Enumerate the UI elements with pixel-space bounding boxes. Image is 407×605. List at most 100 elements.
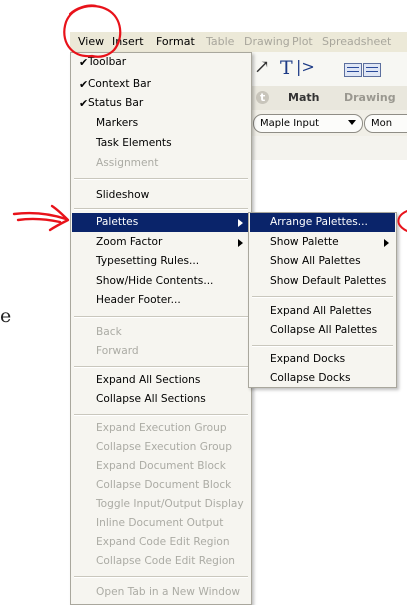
- menu-item-expand-code-edit-region[interactable]: Expand Code Edit Region: [72, 533, 250, 552]
- tab-text[interactable]: t: [256, 91, 270, 104]
- tab-math[interactable]: Math: [288, 91, 319, 104]
- submenu-item-label: Expand Docks: [270, 353, 346, 365]
- menu-item-label: Collapse Execution Group: [96, 441, 232, 453]
- menu-item-header-footer[interactable]: Header Footer...: [72, 291, 250, 310]
- menu-item-open-tab-in-new-window[interactable]: Open Tab in a New Window: [72, 583, 250, 602]
- submenu-item-show-all-palettes[interactable]: Show All Palettes: [250, 252, 395, 271]
- submenu-arrow-icon: [384, 239, 389, 247]
- menu-separator: [74, 576, 248, 578]
- toolbar-row: ↗ T |>: [252, 52, 407, 87]
- menu-insert[interactable]: Insert: [112, 32, 144, 52]
- submenu-separator: [252, 345, 393, 347]
- menu-item-label: Forward: [96, 345, 139, 357]
- tab-drawing[interactable]: Drawing: [344, 91, 396, 104]
- menu-item-label: Expand Execution Group: [96, 422, 227, 434]
- menu-item-label: Toggle Input/Output Display: [96, 498, 244, 510]
- menu-item-forward[interactable]: Forward: [72, 342, 250, 361]
- indent-icon[interactable]: [344, 63, 362, 77]
- submenu-item-label: Collapse All Palettes: [270, 324, 378, 336]
- submenu-item-collapse-docks[interactable]: Collapse Docks: [250, 369, 395, 388]
- screenshot-stage: e View Insert Format Table Drawing Plot …: [0, 0, 407, 605]
- menu-item-label: Markers: [96, 117, 139, 129]
- menu-item-label: Context Bar: [88, 78, 151, 90]
- menu-item-toolbar[interactable]: ✔ Toolbar: [72, 53, 250, 72]
- menu-item-label: Assignment: [96, 157, 159, 169]
- submenu-item-collapse-all-palettes[interactable]: Collapse All Palettes: [250, 321, 395, 340]
- menu-item-label: Expand All Sections: [96, 374, 201, 386]
- submenu-item-arrange-palettes[interactable]: Arrange Palettes...: [250, 213, 395, 232]
- submenu-item-expand-all-palettes[interactable]: Expand All Palettes: [250, 302, 395, 321]
- menu-spreadsheet[interactable]: Spreadsheet: [322, 32, 391, 52]
- submenu-item-show-palette[interactable]: Show Palette: [250, 233, 395, 252]
- menu-table[interactable]: Table: [206, 32, 234, 52]
- submenu-arrow-icon: [238, 219, 243, 227]
- submenu-arrow-icon: [238, 239, 243, 247]
- menu-item-show-hide-contents[interactable]: Show/Hide Contents...: [72, 272, 250, 291]
- menu-plot[interactable]: Plot: [292, 32, 313, 52]
- red-bracket-annotation: [397, 210, 407, 232]
- menu-item-label: Show/Hide Contents...: [96, 275, 214, 287]
- view-menu-dropdown: ✔ Toolbar ✔ Context Bar ✔ Status Bar Mar…: [70, 52, 252, 605]
- menu-item-label: Zoom Factor: [96, 236, 163, 248]
- submenu-item-label: Show Palette: [270, 236, 339, 248]
- menu-item-expand-document-block[interactable]: Expand Document Block: [72, 457, 250, 476]
- menu-item-collapse-execution-group[interactable]: Collapse Execution Group: [72, 438, 250, 457]
- submenu-item-expand-docks[interactable]: Expand Docks: [250, 350, 395, 369]
- menu-item-collapse-all-sections[interactable]: Collapse All Sections: [72, 390, 250, 409]
- menu-item-markers[interactable]: Markers: [72, 114, 250, 133]
- menu-item-label: Inline Document Output: [96, 517, 224, 529]
- menu-item-typesetting-rules[interactable]: Typesetting Rules...: [72, 252, 250, 271]
- menu-item-collapse-code-edit-region[interactable]: Collapse Code Edit Region: [72, 552, 250, 571]
- menu-item-expand-execution-group[interactable]: Expand Execution Group: [72, 419, 250, 438]
- undo-arrow-icon[interactable]: ↗: [254, 56, 270, 78]
- input-mode-value: Maple Input: [260, 118, 320, 129]
- menu-item-label: Expand Document Block: [96, 460, 226, 472]
- input-mode-select[interactable]: Maple Input: [253, 114, 363, 133]
- menu-item-label: Open Tab in a New Window: [96, 586, 241, 598]
- chevron-down-icon: [348, 120, 356, 125]
- submenu-separator: [252, 296, 393, 298]
- menu-item-label: Toolbar: [88, 56, 127, 68]
- outdent-icon[interactable]: [363, 63, 381, 77]
- submenu-item-label: Show Default Palettes: [270, 275, 387, 287]
- menu-view[interactable]: View: [78, 32, 104, 52]
- background-document-text: e: [0, 305, 12, 327]
- menu-item-palettes[interactable]: Palettes: [72, 213, 250, 232]
- menu-item-label: Collapse Code Edit Region: [96, 555, 236, 567]
- menu-item-collapse-document-block[interactable]: Collapse Document Block: [72, 476, 250, 495]
- menu-item-task-elements[interactable]: Task Elements: [72, 134, 250, 153]
- menu-separator: [74, 208, 248, 210]
- menu-item-slideshow[interactable]: Slideshow: [72, 186, 250, 205]
- menu-item-zoom-factor[interactable]: Zoom Factor: [72, 233, 250, 252]
- execute-prompt-icon[interactable]: |>: [296, 57, 315, 76]
- context-bar-row: Maple Input Mon: [252, 110, 407, 136]
- menu-item-label: Typesetting Rules...: [96, 255, 200, 267]
- font-value: Mon: [371, 118, 393, 129]
- menu-separator: [74, 366, 248, 368]
- menu-item-expand-all-sections[interactable]: Expand All Sections: [72, 371, 250, 390]
- menu-drawing[interactable]: Drawing: [244, 32, 290, 52]
- red-arrow-annotation: [12, 204, 70, 232]
- menu-bar: View Insert Format Table Drawing Plot Sp…: [70, 32, 407, 53]
- menu-separator: [74, 316, 248, 318]
- menu-item-assignment[interactable]: Assignment: [72, 154, 250, 173]
- menu-item-label: Palettes: [96, 216, 139, 228]
- menu-format[interactable]: Format: [156, 32, 195, 52]
- submenu-item-show-default-palettes[interactable]: Show Default Palettes: [250, 272, 395, 291]
- menu-item-label: Collapse All Sections: [96, 393, 206, 405]
- menu-item-status-bar[interactable]: ✔ Status Bar: [72, 94, 250, 113]
- menu-item-toggle-input-output-display[interactable]: Toggle Input/Output Display: [72, 495, 250, 514]
- menu-item-context-bar[interactable]: ✔ Context Bar: [72, 75, 250, 94]
- menu-item-label: Collapse Document Block: [96, 479, 232, 491]
- mode-tab-row: t Math Drawing: [252, 86, 407, 111]
- menu-item-label: Back: [96, 326, 122, 338]
- menu-item-label: Header Footer...: [96, 294, 181, 306]
- font-select[interactable]: Mon: [364, 114, 407, 133]
- submenu-item-label: Arrange Palettes...: [270, 216, 368, 228]
- menu-item-inline-document-output[interactable]: Inline Document Output: [72, 514, 250, 533]
- palettes-submenu: Arrange Palettes... Show Palette Show Al…: [248, 212, 397, 388]
- check-icon: ✔: [79, 97, 89, 110]
- toolbar-area: ↗ T |> t Math Drawing Maple Input Mon: [252, 52, 407, 160]
- text-mode-icon[interactable]: T: [280, 57, 293, 79]
- menu-item-back[interactable]: Back: [72, 323, 250, 342]
